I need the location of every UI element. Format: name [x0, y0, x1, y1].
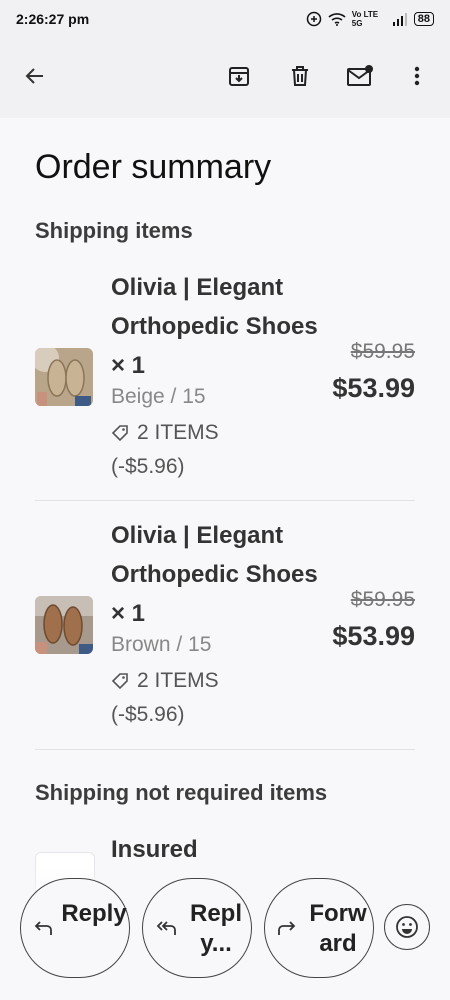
discount-info: 2 ITEMS (-$5.96)	[111, 664, 271, 732]
page-title: Order summary	[35, 148, 272, 186]
product-name: Olivia | Elegant Orthopedic Shoes × 1	[111, 274, 318, 379]
original-price: $59.95	[350, 340, 415, 363]
sale-price: $53.99	[332, 373, 415, 403]
email-toolbar	[0, 38, 450, 118]
divider	[35, 749, 415, 750]
more-options-button[interactable]	[397, 56, 437, 96]
product-name: Insured	[111, 836, 198, 863]
reply-button[interactable]: Reply	[20, 878, 130, 978]
product-name: Olivia | Elegant Orthopedic Shoes × 1	[111, 522, 318, 627]
product-thumbnail	[35, 596, 93, 654]
product-variant: Beige / 15	[111, 385, 206, 408]
signal-icon	[392, 13, 407, 26]
status-time: 2:26:27 pm	[16, 11, 90, 27]
reply-all-button[interactable]: Reply...	[142, 878, 252, 978]
back-button[interactable]	[15, 56, 55, 96]
sale-price: $53.99	[332, 621, 415, 651]
smart-reply-bar: Reply Reply... Forward	[0, 868, 450, 1000]
status-icons: Vo LTE 5G 88	[306, 10, 434, 28]
reply-icon	[34, 921, 52, 935]
archive-button[interactable]	[219, 56, 259, 96]
original-price: $59.95	[350, 588, 415, 611]
product-variant: Brown / 15	[111, 633, 212, 656]
more-vert-icon	[414, 66, 420, 86]
tag-icon	[111, 425, 128, 442]
forward-button[interactable]: Forward	[264, 878, 374, 978]
order-item: Olivia | Elegant Orthopedic Shoes × 1 Br…	[35, 516, 415, 746]
order-item: Olivia | Elegant Orthopedic Shoes × 1 Be…	[35, 268, 415, 498]
reply-all-label: Reply...	[189, 900, 242, 957]
forward-label: Forward	[309, 900, 367, 957]
status-bar: 2:26:27 pm Vo LTE 5G 88	[0, 0, 450, 38]
emoji-reaction-button[interactable]	[384, 904, 430, 950]
discount-info: 2 ITEMS (-$5.96)	[111, 416, 271, 484]
data-saver-icon	[306, 11, 321, 27]
mark-unread-button[interactable]	[340, 56, 380, 96]
product-thumbnail	[35, 348, 93, 406]
battery-indicator: 88	[413, 12, 434, 26]
forward-icon	[278, 921, 296, 935]
section-title-shipping: Shipping items	[35, 218, 193, 243]
network-label: Vo LTE 5G	[351, 10, 379, 28]
reply-all-icon	[156, 921, 176, 935]
arrow-left-icon	[25, 68, 43, 84]
mail-unread-icon	[347, 65, 373, 86]
reply-label: Reply	[61, 900, 127, 927]
wifi-icon	[328, 13, 346, 26]
divider	[35, 500, 415, 501]
section-title-no-shipping: Shipping not required items	[35, 780, 328, 805]
archive-icon	[229, 67, 249, 86]
delete-button[interactable]	[280, 56, 320, 96]
emoji-smile-icon	[396, 916, 418, 938]
tag-icon	[111, 673, 128, 690]
trash-icon	[292, 66, 308, 86]
